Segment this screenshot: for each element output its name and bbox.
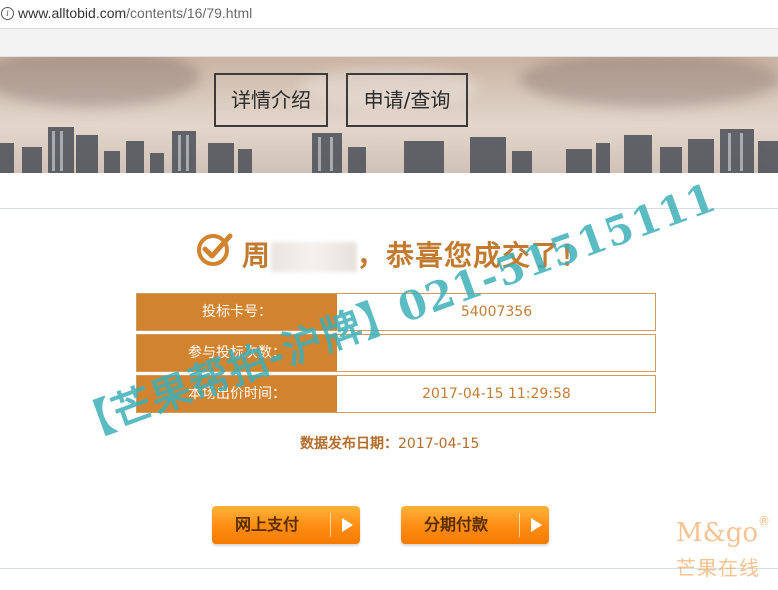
header-banner: 详情介绍 申请/查询 <box>0 57 778 173</box>
publish-date-value: 2017-04-15 <box>398 436 480 452</box>
play-arrow-icon <box>342 518 353 532</box>
installment-label: 分期付款 <box>423 515 488 534</box>
play-arrow-icon <box>531 518 542 532</box>
footer-divider <box>0 568 778 569</box>
pay-online-label: 网上支付 <box>234 515 299 534</box>
address-bar[interactable]: i www.alltobid.com/contents/16/79.html <box>0 0 778 29</box>
bid-time-value: 2017-04-15 11:29:58 <box>338 376 655 412</box>
publish-date: 数据发布日期：2017-04-15 <box>300 433 479 453</box>
check-circle-icon <box>197 233 233 266</box>
winner-surname: 周 <box>242 239 272 272</box>
tab-details[interactable]: 详情介绍 <box>214 73 328 127</box>
mgo-logo: M&go <box>676 518 759 548</box>
page-top-band <box>0 29 778 57</box>
installment-button[interactable]: 分期付款 <box>401 506 549 544</box>
tab-apply-query[interactable]: 申请/查询 <box>346 73 468 127</box>
registered-mark: ® <box>758 514 770 528</box>
button-separator <box>519 513 520 537</box>
url-text[interactable]: www.alltobid.com/contents/16/79.html <box>18 5 252 21</box>
info-icon[interactable]: i <box>1 7 14 20</box>
publish-date-label: 数据发布日期： <box>300 436 398 452</box>
button-separator <box>330 513 331 537</box>
masked-name <box>271 242 358 272</box>
pay-online-button[interactable]: 网上支付 <box>212 506 360 544</box>
mgo-logo-cn: 芒果在线 <box>676 556 760 580</box>
